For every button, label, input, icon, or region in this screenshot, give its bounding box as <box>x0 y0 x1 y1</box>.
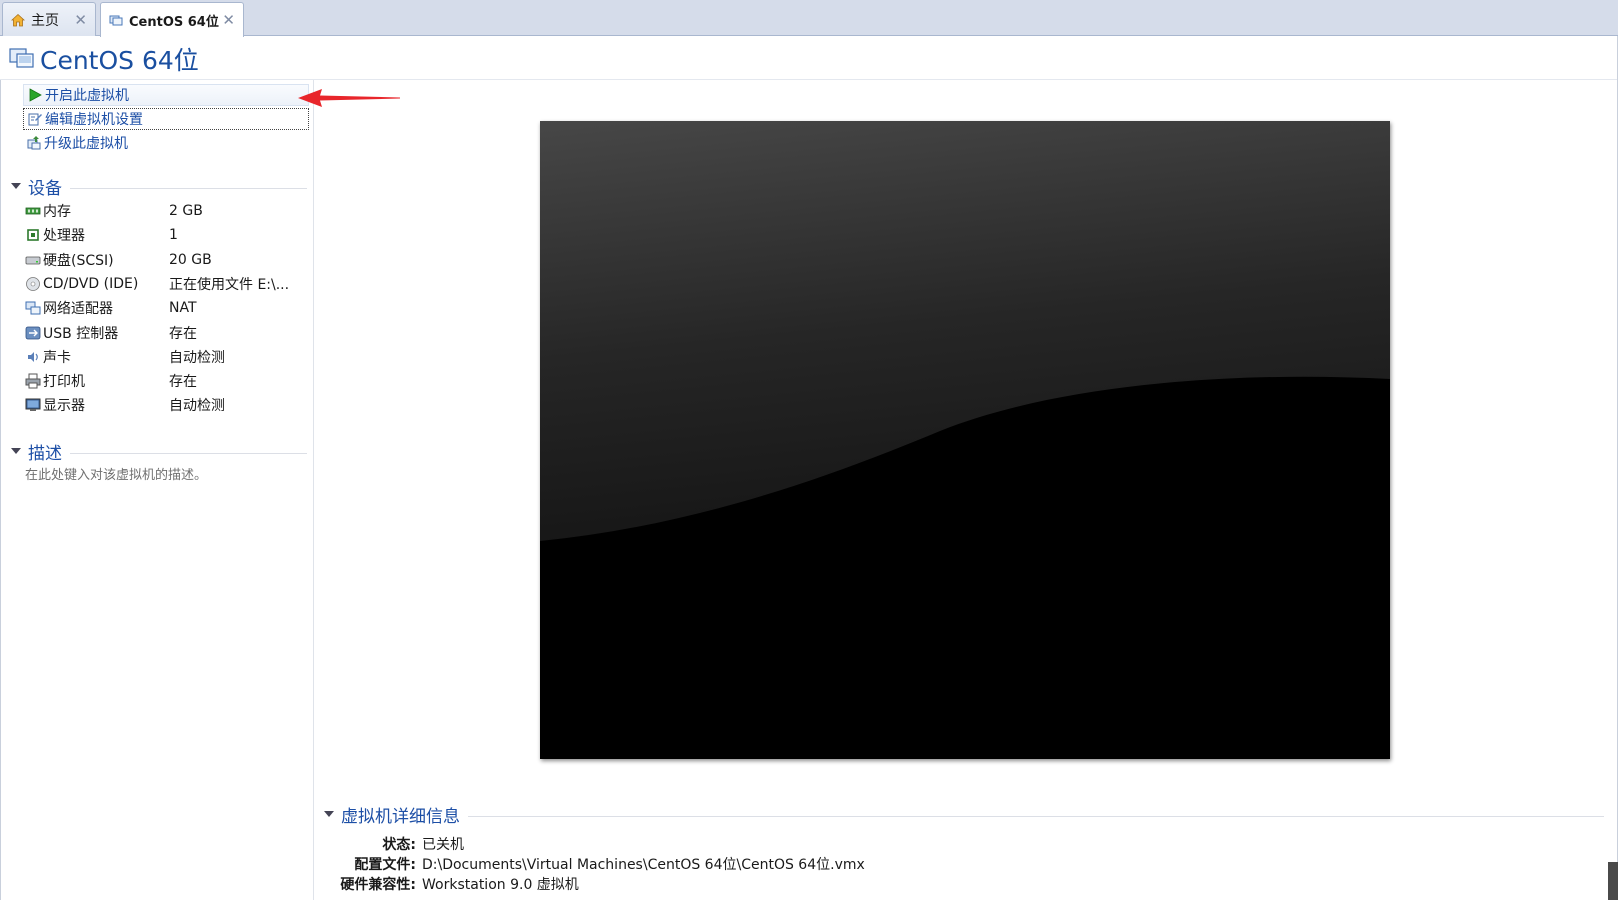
tab-strip: 主页 ✕ CentOS 64位 ✕ <box>0 0 1618 37</box>
printer-icon <box>25 373 41 389</box>
device-name: 网络适配器 <box>43 301 113 318</box>
hard-disk-icon <box>25 256 41 264</box>
device-value: NAT <box>169 300 197 317</box>
upgrade-vm-label: 升级此虚拟机 <box>44 136 128 152</box>
edit-settings-button[interactable]: 编辑虚拟机设置 <box>23 108 309 130</box>
device-row[interactable]: CD/DVD (IDE) 正在使用文件 E:\... <box>25 273 305 295</box>
device-name: CD/DVD (IDE) <box>43 275 139 292</box>
vm-icon <box>109 15 123 26</box>
device-name: 处理器 <box>43 228 85 245</box>
vm-detail-value: 已关机 <box>422 837 464 853</box>
close-icon[interactable]: ✕ <box>222 11 235 29</box>
vm-details-section-header[interactable]: 虚拟机详细信息 <box>324 803 1604 827</box>
vm-icon <box>9 48 34 68</box>
network-adapter-icon <box>25 301 41 315</box>
sound-card-icon <box>28 351 38 362</box>
description-section-header[interactable]: 描述 <box>11 440 307 464</box>
device-value: 1 <box>169 227 178 244</box>
device-row[interactable]: 处理器 1 <box>25 224 305 246</box>
section-divider <box>468 815 1604 817</box>
device-row[interactable]: 硬盘(SCSI) 20 GB <box>25 249 305 271</box>
play-icon <box>29 88 42 102</box>
device-value: 自动检测 <box>169 349 225 366</box>
home-icon <box>11 13 25 26</box>
device-name: 内存 <box>43 204 71 220</box>
device-row[interactable]: 打印机 存在 <box>25 370 305 392</box>
description-input[interactable]: 在此处键入对该虚拟机的描述。 <box>25 464 207 483</box>
vm-title-bar: CentOS 64位 <box>0 37 1618 80</box>
device-name: 硬盘(SCSI) <box>43 252 114 269</box>
device-name: 声卡 <box>43 349 71 366</box>
tab-centos-vm-label: CentOS 64位 <box>129 14 219 30</box>
vm-detail-value: Workstation 9.0 虚拟机 <box>422 877 579 893</box>
vm-detail-key: 配置文件: <box>354 857 416 873</box>
device-row[interactable]: 内存 2 GB <box>25 200 305 222</box>
processor-icon <box>27 229 39 242</box>
device-value: 2 GB <box>169 203 203 219</box>
close-icon[interactable]: ✕ <box>74 11 87 29</box>
vm-detail-key: 状态: <box>382 837 416 853</box>
vm-detail-row: 状态: 已关机 <box>324 834 1324 854</box>
device-row[interactable]: USB 控制器 存在 <box>25 322 305 344</box>
scrollbar[interactable] <box>1608 862 1618 900</box>
device-row[interactable]: 声卡 自动检测 <box>25 346 305 368</box>
device-name: 显示器 <box>43 398 85 415</box>
section-divider <box>70 452 307 454</box>
vm-details-heading: 虚拟机详细信息 <box>341 806 460 827</box>
devices-heading: 设备 <box>28 178 62 199</box>
power-on-label: 开启此虚拟机 <box>45 88 129 104</box>
upgrade-vm-button[interactable]: 升级此虚拟机 <box>23 132 309 154</box>
edit-settings-label: 编辑虚拟机设置 <box>45 112 143 128</box>
collapse-triangle-icon[interactable] <box>11 183 21 189</box>
annotation-arrow <box>298 89 400 107</box>
vm-detail-row: 配置文件: D:\Documents\Virtual Machines\CentO… <box>324 854 1324 874</box>
device-value: 存在 <box>169 325 197 342</box>
vm-screen-preview[interactable] <box>540 121 1390 759</box>
page-title: CentOS 64位 <box>40 46 199 75</box>
tab-home-label: 主页 <box>31 12 59 29</box>
memory-icon <box>25 207 41 215</box>
left-panel: 开启此虚拟机 编辑虚拟机设置 升级此虚拟机 设备 内存 2 GB 处理器 1 硬盘(SC… <box>0 80 314 900</box>
device-value: 正在使用文件 E:\... <box>169 276 290 293</box>
edit-settings-icon <box>28 113 42 126</box>
tab-home[interactable]: 主页 ✕ <box>2 2 96 36</box>
device-row[interactable]: 显示器 自动检测 <box>25 394 305 416</box>
vm-screen-thumbnail <box>540 121 1390 759</box>
device-value: 自动检测 <box>169 398 225 415</box>
devices-section-header[interactable]: 设备 <box>11 175 307 199</box>
vm-detail-value: D:\Documents\Virtual Machines\CentOS 64位… <box>422 857 865 873</box>
power-on-button[interactable]: 开启此虚拟机 <box>23 84 309 106</box>
device-name: 打印机 <box>43 374 85 391</box>
section-divider <box>70 187 307 189</box>
cd-dvd-icon <box>26 276 40 291</box>
device-value: 20 GB <box>169 251 212 268</box>
device-row[interactable]: 网络适配器 NAT <box>25 297 305 319</box>
vm-detail-row: 硬件兼容性: Workstation 9.0 虚拟机 <box>324 874 1324 894</box>
description-heading: 描述 <box>28 443 62 464</box>
upgrade-icon <box>27 136 41 150</box>
usb-controller-icon <box>25 326 41 339</box>
tab-centos-vm[interactable]: CentOS 64位 ✕ <box>100 2 244 37</box>
collapse-triangle-icon[interactable] <box>11 448 21 454</box>
device-name: USB 控制器 <box>43 325 119 342</box>
display-icon <box>25 398 41 412</box>
vm-detail-key: 硬件兼容性: <box>340 877 416 893</box>
device-value: 存在 <box>169 374 197 391</box>
collapse-triangle-icon[interactable] <box>324 811 334 817</box>
